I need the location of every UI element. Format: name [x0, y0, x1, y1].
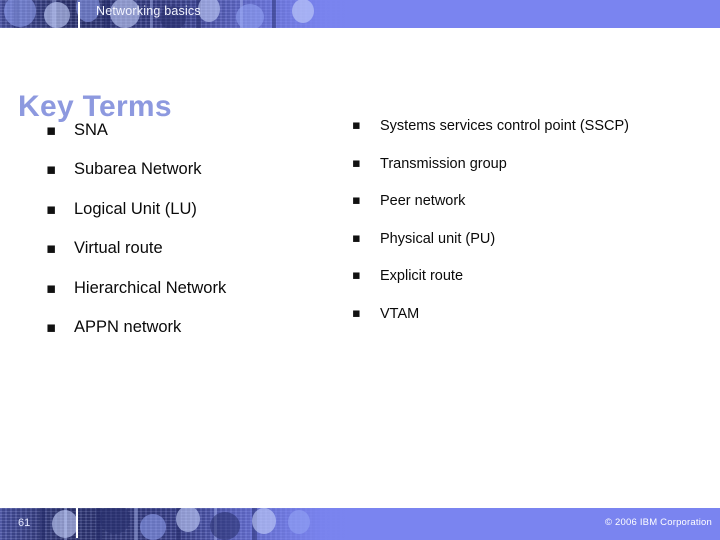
slide-number: 61	[18, 517, 31, 529]
list-item-label: Logical Unit (LU)	[74, 199, 197, 218]
bullet-square-icon: ▪	[352, 230, 361, 246]
footer-blob-5	[210, 512, 240, 540]
list-item-label: VTAM	[380, 305, 420, 322]
header-band: Networking basics	[0, 0, 720, 28]
header-title: Networking basics	[96, 4, 201, 18]
header-divider	[78, 2, 80, 28]
header-bar-7	[272, 0, 276, 28]
list-item: ▪ SNA	[46, 120, 346, 140]
footer-blob-1	[52, 510, 78, 538]
list-item: ▪ Transmission group	[352, 154, 702, 175]
list-item: ▪ Logical Unit (LU)	[46, 199, 346, 219]
bullet-square-icon: ▪	[352, 193, 361, 209]
footer-blob-7	[288, 510, 310, 534]
list-item: ▪ Physical unit (PU)	[352, 229, 702, 250]
list-item-label: Peer network	[380, 193, 466, 210]
list-item: ▪ Systems services control point (SSCP)	[352, 116, 702, 137]
list-item: ▪ Explicit route	[352, 266, 702, 287]
footer-bar-4	[134, 508, 138, 540]
bullet-square-icon: ▪	[46, 318, 57, 337]
list-item-label: Hierarchical Network	[74, 278, 227, 297]
footer-blob-3	[140, 514, 166, 540]
header-blob-2	[44, 2, 70, 28]
bullet-square-icon: ▪	[46, 160, 57, 179]
bullet-square-icon: ▪	[46, 121, 57, 139]
list-item: ▪ Virtual route	[46, 238, 346, 258]
bullet-square-icon: ▪	[352, 268, 361, 284]
list-item: ▪ Peer network	[352, 191, 702, 212]
header-blob-8	[292, 0, 314, 23]
bullet-square-icon: ▪	[46, 199, 57, 218]
list-item-label: Physical unit (PU)	[380, 230, 496, 247]
list-item-label: Subarea Network	[74, 160, 202, 179]
list-item: ▪ Hierarchical Network	[46, 278, 346, 298]
list-item-label: Virtual route	[74, 239, 163, 258]
header-blob-7	[236, 4, 264, 28]
footer-divider	[76, 508, 78, 538]
list-item: ▪ Subarea Network	[46, 159, 346, 179]
list-item-label: SNA	[74, 121, 108, 139]
list-item: ▪ VTAM	[352, 304, 702, 325]
bullet-square-icon: ▪	[46, 278, 57, 297]
footer-blob-6	[252, 508, 276, 534]
footer-bar-1	[40, 508, 45, 540]
key-terms-left-column: ▪ SNA ▪ Subarea Network ▪ Logical Unit (…	[46, 120, 346, 357]
list-item-label: Systems services control point (SSCP)	[380, 118, 629, 134]
list-item-label: Transmission group	[380, 155, 507, 172]
bullet-square-icon: ▪	[352, 118, 361, 133]
bullet-square-icon: ▪	[352, 155, 361, 171]
list-item-label: APPN network	[74, 318, 182, 337]
bullet-square-icon: ▪	[352, 305, 361, 321]
list-item-label: Explicit route	[380, 268, 464, 285]
list-item: ▪ APPN network	[46, 317, 346, 337]
key-terms-right-column: ▪ Systems services control point (SSCP) …	[352, 116, 702, 341]
bullet-square-icon: ▪	[46, 239, 57, 258]
copyright-notice: © 2006 IBM Corporation	[605, 517, 712, 528]
page-title: Key Terms	[18, 90, 172, 124]
